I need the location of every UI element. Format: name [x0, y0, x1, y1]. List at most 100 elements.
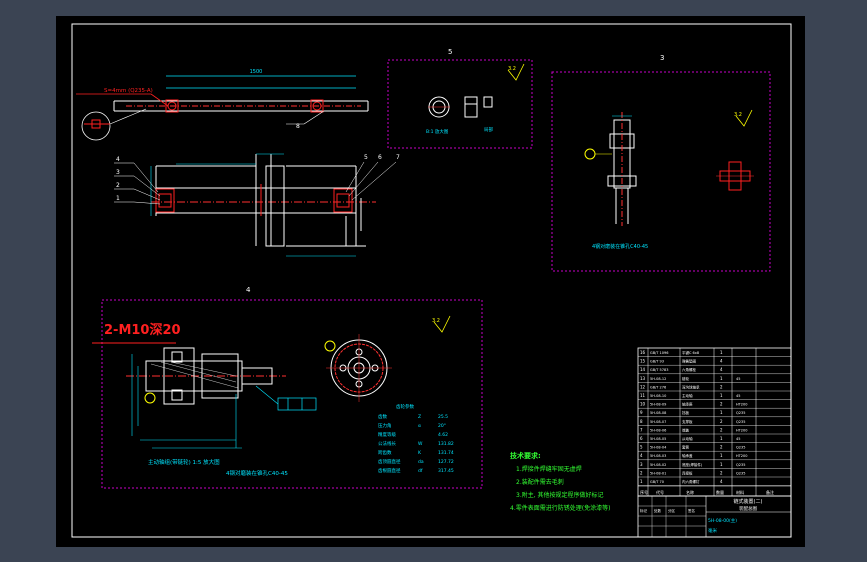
param-symbol: da	[418, 459, 424, 465]
bom-cell-material: Q235	[736, 471, 745, 475]
bom-cell-name: 链轮	[682, 376, 690, 381]
balloons-left: 4 3 2 1	[114, 156, 161, 205]
bom-cell-name: 挡板	[682, 410, 690, 415]
bom-cell-qty: 2	[720, 402, 723, 407]
bom-row: 7 5H-08-06 端盖 2 HT200	[638, 427, 791, 435]
bom-row: 13 5H-08-12 链轮 1 45	[638, 376, 791, 383]
bom-row: 16 GB/T 1096 平键C 6x8 1	[638, 350, 791, 357]
detail-5-caption-right: 局部	[484, 126, 493, 133]
bom-cell-no: 8	[640, 419, 643, 424]
param-name: 齿数	[378, 413, 387, 420]
bom-cell-name: 端盖	[682, 427, 690, 432]
bom-cell-code: 5H-08-03	[650, 454, 666, 458]
bom-cell-material: Q235	[736, 411, 745, 415]
detail-4-caption-left: 主动轴组(带链轮) 1:5 放大图	[148, 458, 220, 466]
main-top-view: 1500 S=4mm (Q235-A) 8	[76, 69, 369, 141]
bom-cell-name: 内六角螺钉	[682, 479, 700, 484]
bom-cell-qty: 2	[720, 445, 723, 450]
param-row: 齿根圆直径 df 317.45	[378, 467, 454, 474]
bom-cell-material: Q235	[736, 446, 745, 450]
cad-drawing: 1500 S=4mm (Q235-A) 8 4 3 2 1 5 6 7 5 B:…	[71, 23, 792, 538]
bom-cell-code: GB/T 5783	[650, 368, 668, 372]
param-row: 齿数 Z 25.5	[378, 413, 448, 420]
balloons-right: 5 6 7	[345, 154, 400, 201]
param-value: 317.45	[438, 468, 454, 474]
bom-cell-material: HT200	[736, 454, 747, 458]
bom-row: 3 5H-08-02 底座(焊接件) 1 Q235	[638, 462, 791, 469]
bom-cell-qty: 2	[720, 419, 723, 424]
bom-cell-qty: 2	[720, 427, 723, 432]
bom-header-code: 代号	[656, 489, 664, 495]
detail-4-label: 4	[246, 286, 251, 294]
tech-note-1: 1.焊接件焊缝牢固无虚焊	[516, 465, 582, 473]
bom-cell-qty: 2	[720, 384, 723, 389]
param-symbol: α	[418, 424, 421, 429]
bom-header-name: 名称	[686, 489, 694, 495]
param-value: 20°	[438, 423, 446, 429]
param-name: 公法线长	[378, 440, 396, 447]
balloon-8: 8	[296, 123, 300, 130]
bom-table: 16 GB/T 1096 平键C 6x8 115 GB/T 93 弹簧垫圈 414 GB/T …	[637, 347, 792, 497]
drawing-subtitle: 装配总图	[739, 505, 757, 512]
bom-cell-qty: 1	[720, 393, 723, 398]
bom-cell-code: 5H-08-06	[650, 428, 666, 432]
gear-params-table: 齿轮参数 齿数 Z 25.5 压力角 α 20° 精度等级 4.62 公法线长 W 131.82 跨齿…	[378, 403, 454, 474]
bom-cell-code: 5H-08-02	[650, 463, 666, 467]
balloon-7: 7	[396, 154, 400, 161]
bom-cell-qty: 1	[720, 453, 723, 458]
bom-cell-name: 连接板	[682, 470, 693, 475]
bom-row: 2 5H-08-01 连接板 2 Q235	[638, 470, 791, 478]
tech-note-2: 2.装配件需去毛刺	[516, 478, 564, 486]
param-row: 跨齿数 K 131.74	[378, 449, 454, 456]
bom-cell-qty: 4	[720, 479, 723, 484]
detail-4-roughness: 3.2	[432, 318, 440, 324]
bom-cell-name: 六角螺栓	[682, 367, 696, 372]
technical-notes: 技术要求: 1.焊接件焊缝牢固无虚焊 2.装配件需去毛刺 3.附主, 其他按规定…	[510, 451, 610, 512]
bom-cell-material: HT200	[736, 428, 747, 432]
param-value: 131.74	[438, 450, 454, 456]
detail-3-roughness: 3.2	[734, 112, 742, 118]
bom-cell-no: 16	[640, 350, 646, 355]
bom-cell-code: GB/T 93	[650, 360, 664, 364]
bom-cell-name: 弹簧垫圈	[682, 359, 696, 364]
bom-cell-qty: 2	[720, 470, 723, 475]
balloon-3: 3	[116, 169, 120, 176]
bom-header-qty: 数量	[716, 489, 724, 495]
detail-5-caption-left: B:1 放大图	[426, 128, 449, 135]
bom-cell-qty: 4	[720, 367, 723, 372]
bom-cell-qty: 4	[720, 359, 723, 364]
bom-cell-material: 45	[736, 394, 740, 398]
bom-cell-no: 13	[640, 376, 646, 381]
detail-3: 3 4钢对磨装在锥孔C40-45 3.2	[551, 54, 771, 272]
balloon-4: 4	[116, 156, 120, 163]
bom-cell-name: 主动轴	[682, 393, 693, 398]
bom-cell-no: 9	[640, 410, 643, 415]
bom-cell-no: 1	[640, 479, 643, 484]
detail-4-caption-center: 4钢对磨装在锥孔C40-45	[226, 469, 288, 477]
param-name: 跨齿数	[378, 449, 392, 456]
plate-thickness-callout: S=4mm (Q235-A)	[104, 88, 153, 94]
bom-cell-no: 2	[640, 470, 643, 475]
param-name: 精度等级	[378, 431, 396, 438]
bom-cell-no: 10	[640, 402, 646, 407]
bom-cell-code: GB/T 1096	[650, 351, 668, 355]
param-name: 压力角	[378, 422, 392, 429]
param-value: 131.82	[438, 441, 454, 447]
drawing-sheet: 1500 S=4mm (Q235-A) 8 4 3 2 1 5 6 7 5 B:…	[56, 16, 805, 547]
param-row: 压力角 α 20°	[378, 422, 446, 429]
bom-cell-material: Q235	[736, 463, 745, 467]
drawing-number: 5H-08-00(主)	[708, 517, 737, 524]
title-zone-label: 分区	[668, 508, 676, 513]
detail-3-label: 3	[660, 54, 664, 62]
bom-cell-code: 5H-08-08	[650, 411, 666, 415]
param-value: 25.5	[438, 414, 448, 420]
detail-5-roughness: 3.2	[508, 66, 516, 72]
balloon-1: 1	[116, 195, 120, 202]
bom-cell-no: 14	[640, 367, 646, 372]
bom-row: 12 GB/T 276 深沟球轴承 2	[638, 384, 791, 392]
bom-cell-material: Q235	[736, 420, 745, 424]
bom-cell-no: 5	[640, 445, 643, 450]
bom-row: 8 5H-08-07 支撑板 2 Q235	[638, 419, 791, 426]
param-symbol: Z	[418, 414, 421, 420]
overall-length-dim: 1500	[250, 69, 263, 75]
